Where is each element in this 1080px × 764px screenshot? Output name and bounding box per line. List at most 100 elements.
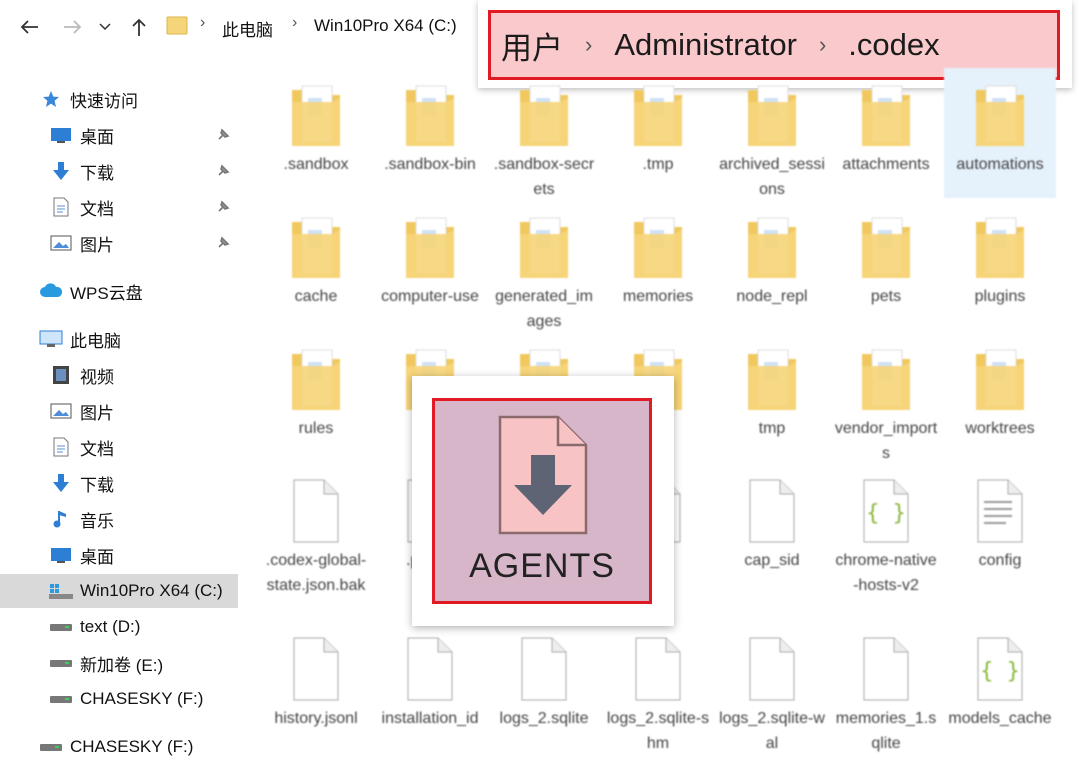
file-item[interactable]: memories_1.sqlite: [830, 622, 942, 752]
recent-locations-button[interactable]: [96, 14, 114, 40]
download-icon: [48, 160, 74, 182]
file-item[interactable]: config: [944, 464, 1056, 614]
chevron-right-icon: ›: [200, 14, 206, 31]
folder-item[interactable]: worktrees: [944, 332, 1056, 462]
document-icon: [48, 196, 74, 218]
sidebar-item-label: 快速访问: [70, 91, 138, 111]
folder-item[interactable]: generated_images: [488, 200, 600, 330]
sidebar-item[interactable]: text (D:): [0, 610, 238, 644]
sidebar-item[interactable]: 新加卷 (E:): [0, 646, 238, 680]
item-label: .tmp: [642, 156, 674, 173]
sidebar-item[interactable]: WPS云盘: [0, 274, 238, 308]
folder-item[interactable]: computer-use: [374, 200, 486, 330]
folder-icon: [166, 14, 188, 36]
folder-item[interactable]: archived_sessions: [716, 68, 828, 198]
sidebar-item[interactable]: 下载: [0, 154, 238, 188]
sidebar-item[interactable]: Win10Pro X64 (C:): [0, 574, 238, 608]
folder-item[interactable]: .tmp: [602, 68, 714, 198]
folder-icon: [288, 80, 344, 150]
file-item[interactable]: .codex-global-state.json.bak: [260, 464, 372, 614]
sidebar-item[interactable]: 文档: [0, 430, 238, 464]
text-file-icon: [972, 476, 1028, 546]
file-item[interactable]: logs_2.sqlite-shm: [602, 622, 714, 752]
chevron-down-icon: [99, 23, 111, 31]
file-item[interactable]: history.jsonl: [260, 622, 372, 752]
agents-file-highlight[interactable]: AGENTS: [432, 398, 652, 604]
folder-item[interactable]: .sandbox-secrets: [488, 68, 600, 198]
item-label: logs_2.sqlite-shm: [606, 710, 710, 752]
pin-icon[interactable]: [216, 235, 230, 249]
sidebar-item-label: 视频: [80, 367, 114, 387]
file-icon: [516, 634, 572, 704]
folder-item[interactable]: .sandbox-bin: [374, 68, 486, 198]
folder-item[interactable]: rules: [260, 332, 372, 462]
item-label: computer-use: [381, 288, 479, 305]
pin-icon[interactable]: [216, 163, 230, 177]
sidebar-item-label: 音乐: [80, 511, 114, 531]
item-label: automations: [956, 156, 1044, 173]
sidebar-item-label: 文档: [80, 439, 114, 459]
pin-icon[interactable]: [216, 127, 230, 141]
chevron-right-icon: ›: [292, 14, 298, 31]
file-item[interactable]: cap_sid: [716, 464, 828, 614]
folder-item[interactable]: tmp: [716, 332, 828, 462]
sidebar-item[interactable]: 此电脑: [0, 322, 238, 356]
back-button[interactable]: [16, 14, 42, 40]
sidebar-item[interactable]: 图片: [0, 394, 238, 428]
folder-icon: [972, 80, 1028, 150]
item-label: history.jsonl: [274, 710, 358, 727]
folder-item[interactable]: .sandbox: [260, 68, 372, 198]
item-label: generated_images: [495, 288, 593, 330]
sidebar-item[interactable]: 音乐: [0, 502, 238, 536]
sidebar-item[interactable]: 桌面: [0, 118, 238, 152]
sidebar-item-label: 图片: [80, 403, 114, 423]
sidebar-item[interactable]: 视频: [0, 358, 238, 392]
sidebar-item[interactable]: CHASESKY (F:): [0, 730, 238, 764]
item-label: config: [978, 552, 1022, 569]
breadcrumb-this-pc[interactable]: 此电脑: [222, 16, 273, 41]
sidebar-item[interactable]: 快速访问: [0, 82, 238, 116]
file-item[interactable]: logs_2.sqlite: [488, 622, 600, 752]
folder-item[interactable]: cache: [260, 200, 372, 330]
drive-icon: [48, 616, 74, 638]
folder-icon: [972, 212, 1028, 282]
item-label: .codex-global-state.json.bak: [265, 552, 367, 594]
forward-button[interactable]: [60, 14, 86, 40]
sidebar-item-label: 此电脑: [70, 331, 121, 351]
file-item[interactable]: installation_id: [374, 622, 486, 752]
item-label: cap_sid: [744, 552, 800, 569]
sidebar-item[interactable]: 文档: [0, 190, 238, 224]
file-item[interactable]: logs_2.sqlite-wal: [716, 622, 828, 752]
picture-icon: [48, 400, 74, 422]
folder-item[interactable]: automations: [944, 68, 1056, 198]
item-label: cache: [294, 288, 338, 305]
up-button[interactable]: [126, 14, 152, 40]
folder-item[interactable]: node_repl: [716, 200, 828, 330]
file-item[interactable]: { } chrome-native-hosts-v2: [830, 464, 942, 614]
download-file-icon: [498, 415, 588, 535]
json-file-icon: { }: [858, 476, 914, 546]
folder-icon: [630, 212, 686, 282]
folder-icon: [858, 80, 914, 150]
file-item[interactable]: { } models_cache: [944, 622, 1056, 752]
agents-file-label: AGENTS: [469, 547, 615, 585]
file-icon: [858, 634, 914, 704]
folder-item[interactable]: memories: [602, 200, 714, 330]
sidebar-item-label: 文档: [80, 199, 114, 219]
pin-icon[interactable]: [216, 199, 230, 213]
json-file-icon: { }: [972, 634, 1028, 704]
music-icon: [48, 508, 74, 530]
item-label: chrome-native-hosts-v2: [835, 552, 937, 594]
breadcrumb-c-drive[interactable]: Win10Pro X64 (C:): [314, 16, 457, 36]
desktop-icon: [48, 124, 74, 146]
drive-icon: [38, 736, 64, 758]
folder-item[interactable]: vendor_imports: [830, 332, 942, 462]
sidebar-item[interactable]: 桌面: [0, 538, 238, 572]
folder-item[interactable]: attachments: [830, 68, 942, 198]
folder-icon: [630, 80, 686, 150]
folder-item[interactable]: pets: [830, 200, 942, 330]
folder-item[interactable]: plugins: [944, 200, 1056, 330]
sidebar-item[interactable]: CHASESKY (F:): [0, 682, 238, 716]
sidebar-item[interactable]: 图片: [0, 226, 238, 260]
sidebar-item[interactable]: 下载: [0, 466, 238, 500]
